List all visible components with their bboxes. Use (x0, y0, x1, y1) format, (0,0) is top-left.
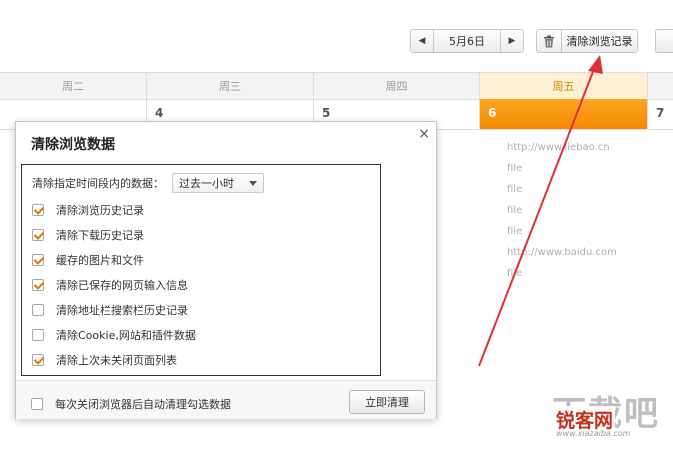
option-cookies[interactable]: 清除Cookie,网站和插件数据 (32, 327, 196, 343)
time-range-label: 清除指定时间段内的数据： (32, 177, 164, 190)
trash-icon (537, 30, 562, 52)
calendar-date-cell[interactable]: 7 (648, 99, 673, 129)
chevron-down-icon (249, 180, 257, 186)
history-item[interactable]: file (507, 263, 617, 284)
clear-data-dialog: 清除浏览数据 × 清除指定时间段内的数据： 过去一小时 清除浏览历史记录 清除下… (15, 121, 437, 419)
next-day-button[interactable]: ▶ (500, 30, 523, 52)
option-browsing-history[interactable]: 清除浏览历史记录 (32, 202, 144, 218)
clear-history-button[interactable]: 清除浏览记录 (536, 29, 638, 53)
checkbox[interactable] (32, 254, 44, 266)
history-item[interactable]: file (507, 179, 617, 200)
history-item[interactable]: http://www.liebao.cn (507, 137, 617, 158)
option-address-bar-history[interactable]: 清除地址栏搜索栏历史记录 (32, 302, 188, 318)
calendar-day-header[interactable]: 周四 (314, 73, 480, 99)
time-range-value: 过去一小时 (179, 177, 234, 190)
clear-now-button[interactable]: 立即清理 (349, 390, 425, 414)
checkbox[interactable] (32, 204, 44, 216)
checkbox[interactable] (32, 229, 44, 241)
option-label: 清除上次未关闭页面列表 (56, 354, 177, 367)
dialog-title: 清除浏览数据 (31, 137, 115, 153)
option-cached-files[interactable]: 缓存的图片和文件 (32, 252, 144, 268)
calendar-day-header[interactable]: 周二 (0, 73, 147, 99)
history-item[interactable]: file (507, 200, 617, 221)
date-navigator: ◀ 5月6日 ▶ (410, 29, 524, 53)
calendar-day-header-today[interactable]: 周五 (480, 73, 648, 99)
checkbox[interactable] (32, 354, 44, 366)
current-date[interactable]: 5月6日 (434, 30, 500, 52)
option-label: 清除Cookie,网站和插件数据 (56, 329, 196, 342)
prev-day-button[interactable]: ◀ (411, 30, 434, 52)
calendar-day-header[interactable]: 周三 (147, 73, 314, 99)
checkbox[interactable] (32, 329, 44, 341)
time-range-select[interactable]: 过去一小时 (172, 173, 264, 193)
chevron-right-icon: ▶ (508, 36, 516, 46)
option-label: 清除已保存的网页输入信息 (56, 279, 188, 292)
auto-clear-checkbox[interactable] (31, 398, 43, 410)
option-label: 缓存的图片和文件 (56, 254, 144, 267)
calendar-day-header[interactable] (648, 73, 673, 99)
history-item[interactable]: file (507, 158, 617, 179)
auto-clear-row[interactable]: 每次关闭浏览器后自动清理勾选数据 (31, 396, 231, 412)
time-range-row: 清除指定时间段内的数据： 过去一小时 (32, 173, 264, 193)
history-list: http://www.liebao.cn file file file file… (507, 137, 617, 284)
clear-history-label: 清除浏览记录 (566, 35, 633, 48)
close-icon[interactable]: × (418, 126, 430, 142)
option-label: 清除下载历史记录 (56, 229, 144, 242)
history-item[interactable]: file (507, 221, 617, 242)
option-label: 清除浏览历史记录 (56, 204, 144, 217)
watermark-url: www.xiazaiba.com (556, 429, 631, 438)
checkbox[interactable] (32, 304, 44, 316)
options-panel: 清除指定时间段内的数据： 过去一小时 清除浏览历史记录 清除下载历史记录 缓存的… (21, 164, 381, 376)
toolbar-extra-button[interactable] (655, 29, 673, 53)
option-form-data[interactable]: 清除已保存的网页输入信息 (32, 277, 188, 293)
option-closed-pages[interactable]: 清除上次未关闭页面列表 (32, 352, 177, 368)
calendar-date-cell-today[interactable]: 6 (480, 99, 648, 129)
checkbox[interactable] (32, 279, 44, 291)
dialog-footer: 每次关闭浏览器后自动清理勾选数据 立即清理 (16, 380, 436, 419)
calendar-header: 周二 周三 周四 周五 (0, 72, 673, 100)
history-item[interactable]: http://www.baidu.com (507, 242, 617, 263)
chevron-left-icon: ◀ (418, 36, 426, 46)
watermark: 下载吧 锐客网 www.xiazaiba.com (546, 386, 666, 440)
option-label: 清除地址栏搜索栏历史记录 (56, 304, 188, 317)
auto-clear-label: 每次关闭浏览器后自动清理勾选数据 (55, 398, 231, 411)
option-download-history[interactable]: 清除下载历史记录 (32, 227, 144, 243)
